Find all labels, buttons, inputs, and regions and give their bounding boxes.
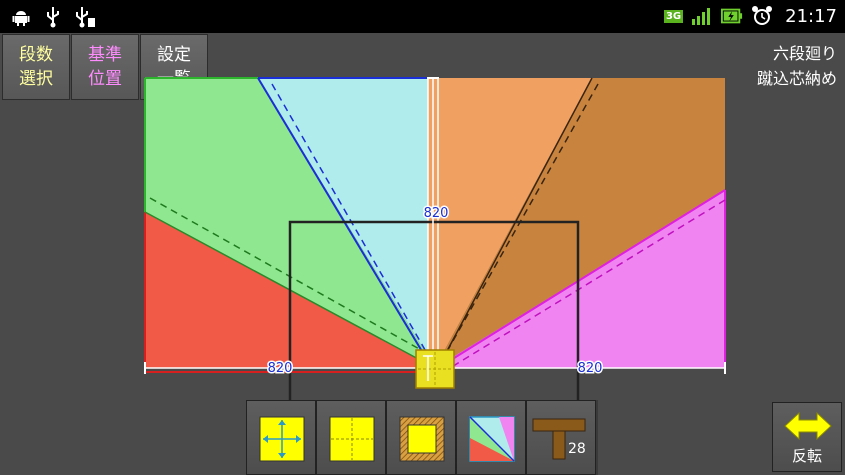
flip-label: 反転: [791, 447, 822, 465]
dimension-right: 820: [578, 361, 603, 376]
left-right-arrow-icon: [784, 411, 832, 441]
dimension-left: 820: [268, 361, 293, 376]
triangle-tool-button[interactable]: [456, 400, 526, 475]
triangle-icon: [469, 416, 515, 462]
flip-button[interactable]: 反転: [772, 402, 842, 472]
beam-offset-value: 28: [568, 441, 586, 457]
frame-tool-button[interactable]: [386, 400, 456, 475]
frame-icon: [399, 416, 445, 462]
center-arrows-icon: [259, 416, 305, 462]
dimension-vertical: 820: [424, 206, 449, 221]
center-cross-icon: [329, 416, 375, 462]
center-arrows-tool-button[interactable]: [246, 400, 316, 475]
beam-tool-button[interactable]: 28: [526, 400, 596, 475]
center-cross-tool-button[interactable]: [316, 400, 386, 475]
bottom-toolbar: 28: [246, 400, 598, 475]
